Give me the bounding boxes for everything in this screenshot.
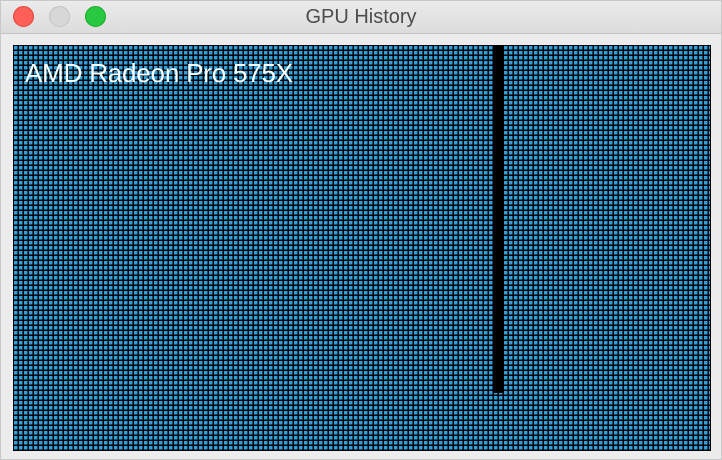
graph-grid <box>14 46 710 450</box>
window-title: GPU History <box>305 6 417 28</box>
gpu-history-graph: AMD Radeon Pro 575X <box>13 45 711 451</box>
gpu-name-label: AMD Radeon Pro 575X <box>25 58 293 88</box>
title-bar[interactable]: GPU History <box>1 1 721 34</box>
gpu-history-window: GPU History AMD Radeon Pro 575X <box>0 0 722 460</box>
gpu-usage-bar <box>494 46 503 393</box>
